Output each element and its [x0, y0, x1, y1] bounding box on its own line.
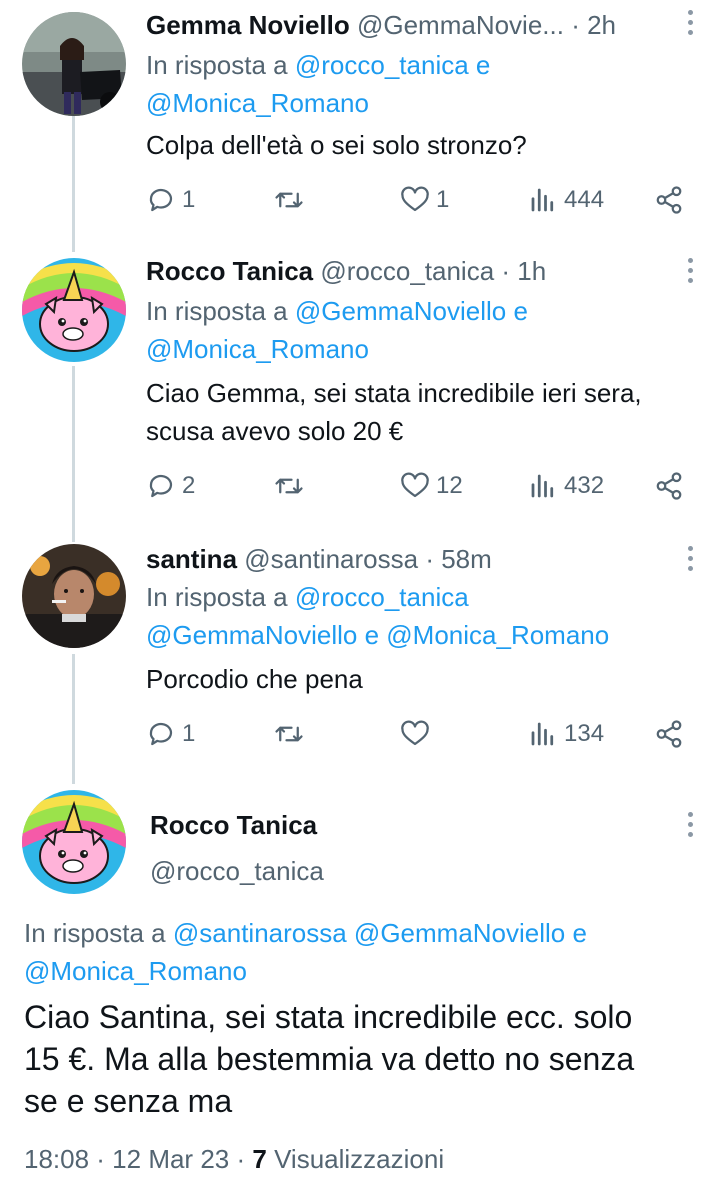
reply-conjunction: e: [475, 50, 491, 80]
tweet-text-line: Ciao Gemma, sei stata incredibile ieri s…: [146, 378, 642, 408]
avatar[interactable]: [22, 12, 126, 116]
mention-link[interactable]: @GemmaNoviello: [146, 620, 357, 650]
views-button[interactable]: 444: [528, 180, 604, 220]
author-handle[interactable]: @GemmaNovie...: [357, 10, 564, 40]
reply-icon: [149, 474, 173, 498]
share-button[interactable]: [654, 466, 684, 506]
mention-link[interactable]: @GemmaNoviello: [354, 918, 565, 948]
tweet-text-line: 15 €. Ma alla bestemmia va detto no senz…: [24, 1041, 635, 1077]
tweet-time[interactable]: · 58m: [425, 544, 491, 574]
share-icon: [656, 186, 682, 214]
reply-prefix: In risposta a: [24, 918, 166, 948]
views-count: 432: [564, 472, 605, 499]
tweet-actions: 1 1 444: [146, 180, 692, 220]
mention-link[interactable]: @Monica_Romano: [24, 956, 247, 986]
author-handle[interactable]: @rocco_tanica: [150, 856, 324, 887]
retweet-button[interactable]: [274, 466, 310, 506]
tweet-text: Porcodio che pena: [146, 664, 363, 694]
thread-line: [72, 116, 75, 252]
reply-conjunction: e: [364, 620, 380, 650]
views-icon: [531, 188, 554, 212]
tweet-time[interactable]: · 1h: [501, 256, 546, 286]
thread-line: [72, 366, 75, 542]
mention-link[interactable]: @santinarossa: [173, 918, 347, 948]
retweet-icon: [275, 478, 303, 494]
tweet-text: Ciao Santina, sei stata incredibile ecc.…: [24, 996, 714, 1122]
mention-link[interactable]: @Monica_Romano: [146, 88, 369, 118]
reply-icon: [149, 722, 173, 746]
tweet-text-line: Ciao Santina, sei stata incredibile ecc.…: [24, 999, 633, 1035]
tweet-text-line: se e senza ma: [24, 1083, 233, 1119]
share-button[interactable]: [654, 714, 684, 754]
views-label[interactable]: Visualizzazioni: [274, 1144, 444, 1174]
views-button[interactable]: 134: [528, 714, 604, 754]
more-icon[interactable]: [688, 812, 694, 842]
reply-conjunction: e: [513, 296, 528, 326]
views-icon: [531, 722, 554, 746]
mention-link[interactable]: @Monica_Romano: [146, 334, 369, 364]
reply-count: 1: [182, 186, 196, 213]
reply-prefix: In risposta a: [146, 296, 288, 326]
tweet-actions: 2 12 432: [146, 466, 692, 506]
like-button[interactable]: 1: [400, 180, 449, 220]
reply-count: 2: [182, 472, 196, 499]
mention-link[interactable]: @rocco_tanica: [295, 582, 469, 612]
author-name[interactable]: santina: [146, 544, 237, 574]
thread-line: [72, 654, 75, 784]
like-button[interactable]: [400, 714, 436, 754]
more-icon[interactable]: [688, 546, 694, 576]
tweet-footer: 18:08 · 12 Mar 23 · 7 Visualizzazioni: [24, 1144, 444, 1175]
author-handle[interactable]: @santinarossa: [244, 544, 418, 574]
views-count: 444: [564, 186, 605, 213]
like-button[interactable]: 12: [400, 466, 463, 506]
reply-context: In risposta a @GemmaNoviello e @Monica_R…: [146, 292, 528, 368]
tweet-text: Ciao Gemma, sei stata incredibile ieri s…: [146, 374, 642, 450]
share-icon: [656, 720, 682, 748]
reply-count: 1: [182, 720, 196, 747]
reply-context: In risposta a @rocco_tanica e @Monica_Ro…: [146, 46, 490, 122]
retweet-button[interactable]: [274, 714, 310, 754]
like-count: 12: [436, 472, 463, 499]
author-name[interactable]: Rocco Tanica: [146, 256, 313, 286]
like-count: 1: [436, 186, 450, 213]
like-icon: [401, 720, 429, 746]
retweet-icon: [275, 192, 303, 208]
retweet-icon: [275, 726, 303, 742]
avatar[interactable]: [22, 790, 126, 894]
reply-button[interactable]: 1: [146, 714, 195, 754]
like-icon: [401, 472, 429, 498]
reply-context: In risposta a @santinarossa @GemmaNoviel…: [24, 914, 587, 990]
author-name[interactable]: Gemma Noviello: [146, 10, 350, 40]
mention-link[interactable]: @rocco_tanica: [295, 50, 469, 80]
more-icon[interactable]: [688, 258, 694, 288]
like-icon: [401, 186, 429, 212]
reply-button[interactable]: 2: [146, 466, 195, 506]
tweet-timestamp[interactable]: 18:08 · 12 Mar 23 ·: [24, 1144, 245, 1174]
views-count: 7: [252, 1144, 267, 1174]
tweet-text-line: scusa avevo solo 20 €: [146, 416, 404, 446]
author-name[interactable]: Rocco Tanica: [150, 810, 317, 841]
avatar[interactable]: [22, 258, 126, 362]
avatar[interactable]: [22, 544, 126, 648]
tweet-actions: 1 134: [146, 714, 692, 754]
tweet-time[interactable]: · 2h: [571, 10, 616, 40]
views-button[interactable]: 432: [528, 466, 604, 506]
author-handle[interactable]: @rocco_tanica: [320, 256, 494, 286]
tweet-text: Colpa dell'età o sei solo stronzo?: [146, 130, 527, 160]
more-icon[interactable]: [688, 10, 694, 40]
mention-link[interactable]: @Monica_Romano: [386, 620, 609, 650]
reply-prefix: In risposta a: [146, 582, 288, 612]
reply-icon: [149, 188, 173, 212]
views-count: 134: [564, 720, 605, 747]
share-icon: [656, 472, 682, 500]
mention-link[interactable]: @GemmaNoviello: [295, 296, 506, 326]
reply-conjunction: e: [572, 918, 587, 948]
reply-context: In risposta a @rocco_tanica @GemmaNoviel…: [146, 578, 609, 654]
reply-button[interactable]: 1: [146, 180, 195, 220]
views-icon: [531, 474, 554, 498]
share-button[interactable]: [654, 180, 684, 220]
retweet-button[interactable]: [274, 180, 310, 220]
reply-prefix: In risposta a: [146, 50, 288, 80]
